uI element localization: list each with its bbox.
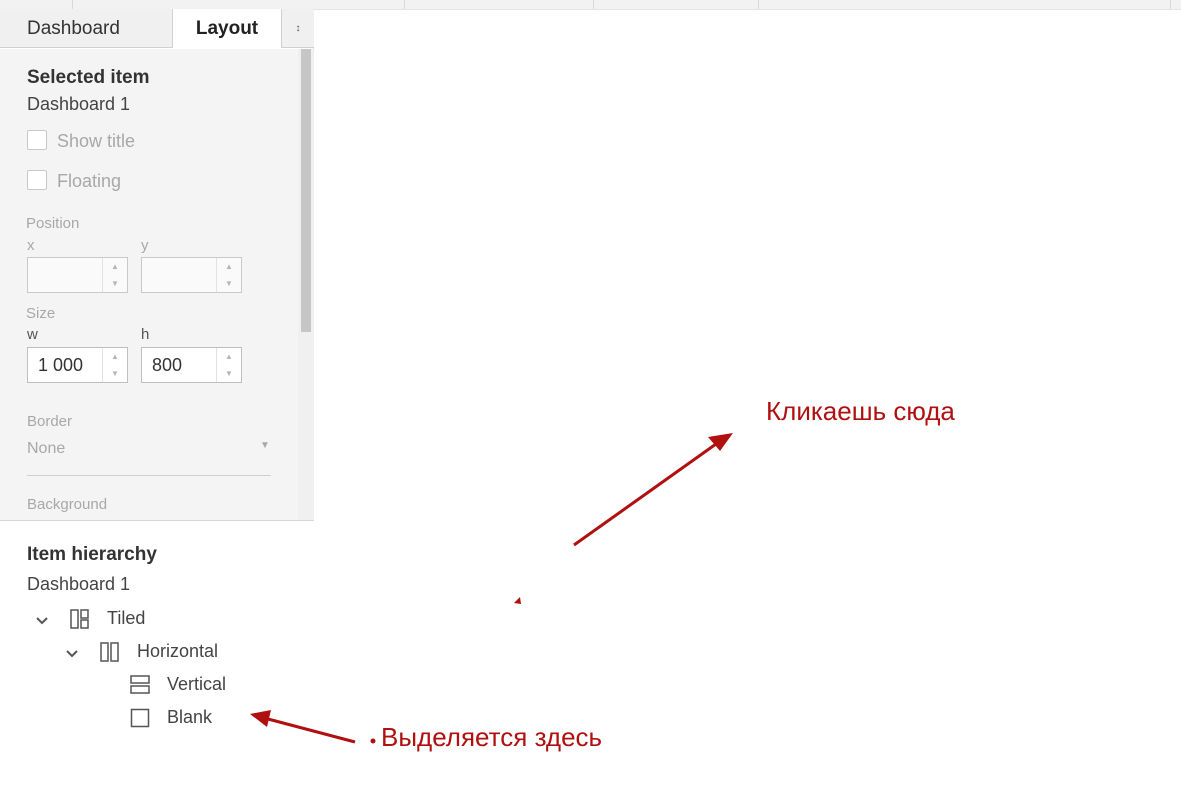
show-title-label: Show title (57, 131, 136, 151)
hierarchy-item-blank[interactable]: Blank (0, 704, 314, 734)
height-stepper[interactable]: ▲ ▼ (216, 348, 241, 382)
hierarchy-item-label: Blank (167, 707, 213, 727)
y-position-stepper[interactable]: ▲ ▼ (216, 258, 241, 292)
blank-object-icon (130, 708, 150, 728)
stepper-up-icon[interactable]: ▲ (103, 348, 127, 365)
toolbar-divider (1170, 0, 1171, 9)
show-title-checkbox[interactable] (27, 130, 47, 150)
vertical-container-icon (130, 675, 150, 694)
border-select[interactable]: None (27, 440, 65, 458)
stepper-down-icon[interactable]: ▼ (103, 365, 127, 382)
hierarchy-item-label: Tiled (107, 608, 146, 628)
stepper-up-icon[interactable]: ▲ (217, 348, 241, 365)
item-hierarchy-section: Item hierarchy Dashboard 1 Tiled Horizon… (0, 521, 314, 801)
h-label: h (141, 326, 150, 343)
toolbar-divider (593, 0, 594, 9)
toolbar-divider (404, 0, 405, 9)
size-label: Size (26, 305, 56, 322)
hierarchy-item-tiled[interactable]: Tiled (0, 605, 314, 635)
tab-layout[interactable]: Layout (173, 9, 281, 48)
selected-item-name: Dashboard 1 (27, 94, 131, 114)
height-input[interactable]: 800 ▲ ▼ (141, 347, 242, 383)
annotation-click-here: Кликаешь сюда (766, 396, 955, 426)
annotation-selected-here: Выделяется здесь (381, 722, 603, 752)
width-stepper[interactable]: ▲ ▼ (102, 348, 127, 382)
chevron-down-icon[interactable] (63, 645, 81, 663)
background-label: Background (27, 496, 108, 513)
tiled-container-icon (70, 609, 89, 629)
dashboard-canvas[interactable] (315, 10, 1181, 801)
position-label: Position (26, 215, 80, 232)
layout-properties-section: Selected item Dashboard 1 Show title Flo… (0, 49, 314, 521)
y-label: y (141, 237, 149, 254)
stepper-down-icon[interactable]: ▼ (217, 365, 241, 382)
panel-tabs: Dashboard Layout ↕ (0, 9, 314, 49)
item-hierarchy-heading: Item hierarchy (27, 544, 157, 565)
height-value: 800 (152, 355, 183, 375)
side-panel: Dashboard Layout ↕ Selected item Dashboa… (0, 9, 314, 801)
chevron-down-icon[interactable] (33, 612, 51, 630)
hierarchy-item-vertical[interactable]: Vertical (0, 671, 314, 701)
x-position-stepper[interactable]: ▲ ▼ (102, 258, 127, 292)
stepper-up-icon[interactable]: ▲ (103, 258, 127, 275)
width-input[interactable]: 1 000 ▲ ▼ (27, 347, 128, 383)
tab-menu-icon[interactable]: ↕ (281, 9, 314, 48)
floating-checkbox[interactable] (27, 170, 47, 190)
hierarchy-item-horizontal[interactable]: Horizontal (0, 638, 314, 668)
horizontal-container-icon (100, 642, 119, 662)
tab-dashboard[interactable]: Dashboard (0, 9, 173, 48)
chevron-down-icon[interactable]: ▼ (260, 440, 270, 451)
hierarchy-item-label: Horizontal (137, 641, 219, 661)
stepper-up-icon[interactable]: ▲ (217, 258, 241, 275)
scrollbar-thumb[interactable] (301, 49, 311, 332)
toolbar-divider (72, 0, 73, 9)
x-label: x (27, 237, 35, 254)
border-select-underline (27, 475, 271, 476)
selected-item-heading: Selected item (27, 67, 150, 88)
properties-scrollbar[interactable] (298, 49, 314, 520)
w-label: w (27, 326, 38, 343)
border-label: Border (27, 413, 73, 430)
floating-label: Floating (57, 171, 122, 191)
toolbar-divider (758, 0, 759, 9)
x-position-input[interactable]: ▲ ▼ (27, 257, 128, 293)
hierarchy-root[interactable]: Dashboard 1 (27, 574, 130, 595)
stepper-down-icon[interactable]: ▼ (217, 275, 241, 292)
y-position-input[interactable]: ▲ ▼ (141, 257, 242, 293)
stepper-down-icon[interactable]: ▼ (103, 275, 127, 292)
hierarchy-item-label: Vertical (167, 674, 227, 694)
width-value: 1 000 (38, 355, 84, 375)
